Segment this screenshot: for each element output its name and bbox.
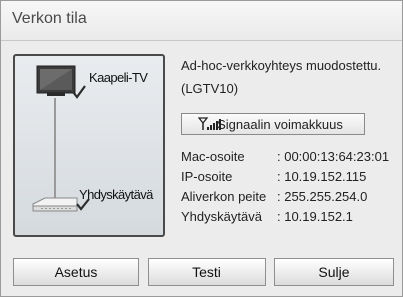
gateway-node-label: Yhdyskäytävä — [79, 187, 153, 202]
connection-message: Ad-hoc-verkkoyhteys muodostettu. — [181, 58, 382, 73]
network-status-dialog: Verkon tila Kaapeli-TV Yhdyskäytävä Ad-h… — [0, 0, 403, 297]
network-diagram-panel: Kaapeli-TV Yhdyskäytävä — [13, 54, 165, 237]
cable-tv-label: Kaapeli-TV — [89, 70, 148, 85]
info-row-subnet: Aliverkon peite : 255.255.254.0 — [181, 187, 389, 207]
mac-address-key: Mac-osoite — [181, 149, 245, 164]
info-row-gateway: Yhdyskäytävä : 10.19.152.1 — [181, 207, 389, 227]
mac-address-value: : 00:00:13:64:23:01 — [277, 149, 390, 164]
ip-address-key: IP-osoite — [181, 169, 233, 184]
tv-icon — [36, 65, 76, 96]
info-row-ip: IP-osoite : 10.19.152.115 — [181, 167, 389, 187]
subnet-mask-value: : 255.255.254.0 — [277, 189, 368, 204]
connection-ssid: (LGTV10) — [181, 81, 239, 96]
dialog-title: Verkon tila — [12, 10, 87, 27]
close-button[interactable]: Sulje — [274, 258, 394, 286]
ip-address-value: : 10.19.152.115 — [277, 169, 367, 184]
dialog-titlebar: Verkon tila — [1, 1, 402, 41]
signal-strength-button[interactable]: Signaalin voimakkuus — [181, 113, 365, 135]
router-icon — [32, 197, 78, 212]
network-info-table: Mac-osoite : 00:00:13:64:23:01 IP-osoite… — [181, 147, 389, 227]
info-row-mac: Mac-osoite : 00:00:13:64:23:01 — [181, 147, 389, 167]
setup-button[interactable]: Asetus — [13, 258, 139, 286]
test-button[interactable]: Testi — [147, 258, 266, 286]
dialog-button-bar: Asetus Testi Sulje — [13, 258, 394, 286]
gateway-key: Yhdyskäytävä — [181, 209, 262, 224]
subnet-mask-key: Aliverkon peite — [181, 189, 267, 204]
gateway-value: : 10.19.152.1 — [277, 209, 353, 224]
signal-strength-icon — [198, 117, 221, 130]
